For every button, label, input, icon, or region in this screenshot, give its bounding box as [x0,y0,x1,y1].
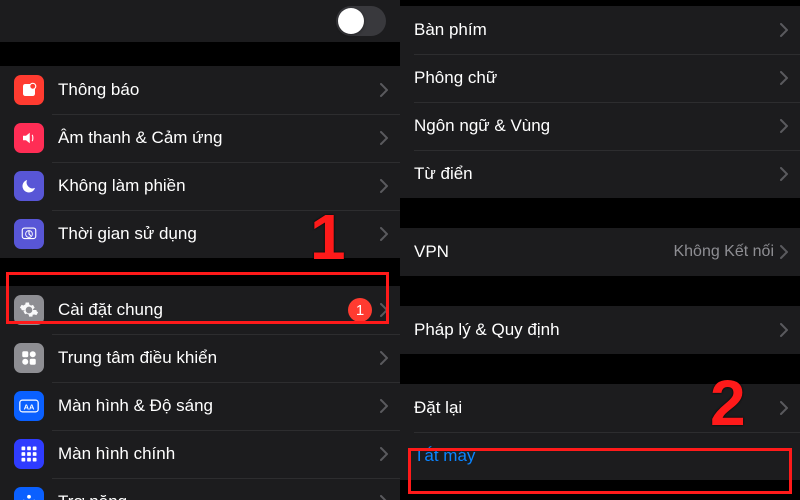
row-label: Màn hình & Độ sáng [58,396,380,416]
row-accessibility[interactable]: Trợ năng [0,478,400,500]
chevron-right-icon [380,303,388,317]
chevron-right-icon [380,179,388,193]
chevron-right-icon [380,131,388,145]
row-reset[interactable]: Đặt lại [400,384,800,432]
row-label: Thông báo [58,80,380,100]
chevron-right-icon [780,167,788,181]
row-dictionary[interactable]: Từ điển [400,150,800,198]
unknown-toggle-row [0,0,400,42]
chevron-right-icon [780,245,788,259]
row-general[interactable]: Cài đặt chung 1 [0,286,400,334]
toggle-switch[interactable] [336,6,386,36]
row-display[interactable]: AA Màn hình & Độ sáng [0,382,400,430]
row-legal[interactable]: Pháp lý & Quy định [400,306,800,354]
row-fonts[interactable]: Phông chữ [400,54,800,102]
chevron-right-icon [780,323,788,337]
chevron-right-icon [380,495,388,500]
row-label: Cài đặt chung [58,300,348,320]
row-label: Từ điển [414,164,780,184]
row-notifications[interactable]: Thông báo [0,66,400,114]
chevron-right-icon [380,447,388,461]
notifications-icon [14,75,44,105]
notification-badge: 1 [348,298,372,322]
chevron-right-icon [780,401,788,415]
row-label: Không làm phiền [58,176,380,196]
chevron-right-icon [380,399,388,413]
accessibility-icon [14,487,44,500]
chevron-right-icon [780,119,788,133]
row-home-screen[interactable]: Màn hình chính [0,430,400,478]
row-language-region[interactable]: Ngôn ngữ & Vùng [400,102,800,150]
general-settings-panel: Bàn phím Phông chữ Ngôn ngữ & Vùng Từ đi… [400,0,800,500]
dnd-icon [14,171,44,201]
gear-icon [14,295,44,325]
row-label: Tắt máy [414,446,788,466]
row-label: Trợ năng [58,492,380,500]
row-label: VPN [414,242,673,262]
row-vpn[interactable]: VPN Không Kết nối [400,228,800,276]
row-label: Pháp lý & Quy định [414,320,780,340]
chevron-right-icon [780,71,788,85]
row-label: Trung tâm điều khiển [58,348,380,368]
row-label: Đặt lại [414,398,780,418]
svg-text:AA: AA [24,402,35,411]
row-label: Màn hình chính [58,444,380,464]
row-control-center[interactable]: Trung tâm điều khiển [0,334,400,382]
chevron-right-icon [380,227,388,241]
chevron-right-icon [380,351,388,365]
row-sounds[interactable]: Âm thanh & Cảm ứng [0,114,400,162]
row-screentime[interactable]: Thời gian sử dụng [0,210,400,258]
toggle-knob [338,8,364,34]
screentime-icon [14,219,44,249]
row-label: Phông chữ [414,68,780,88]
row-value: Không Kết nối [673,243,774,261]
row-label: Bàn phím [414,20,780,40]
sounds-icon [14,123,44,153]
row-label: Âm thanh & Cảm ứng [58,128,380,148]
settings-root-panel: Thông báo Âm thanh & Cảm ứng Không làm p… [0,0,400,500]
chevron-right-icon [780,23,788,37]
row-dnd[interactable]: Không làm phiền [0,162,400,210]
row-label: Thời gian sử dụng [58,224,380,244]
row-shutdown[interactable]: Tắt máy [400,432,800,480]
row-label: Ngôn ngữ & Vùng [414,116,780,136]
display-icon: AA [14,391,44,421]
home-screen-icon [14,439,44,469]
control-center-icon [14,343,44,373]
chevron-right-icon [380,83,388,97]
row-keyboard[interactable]: Bàn phím [400,6,800,54]
